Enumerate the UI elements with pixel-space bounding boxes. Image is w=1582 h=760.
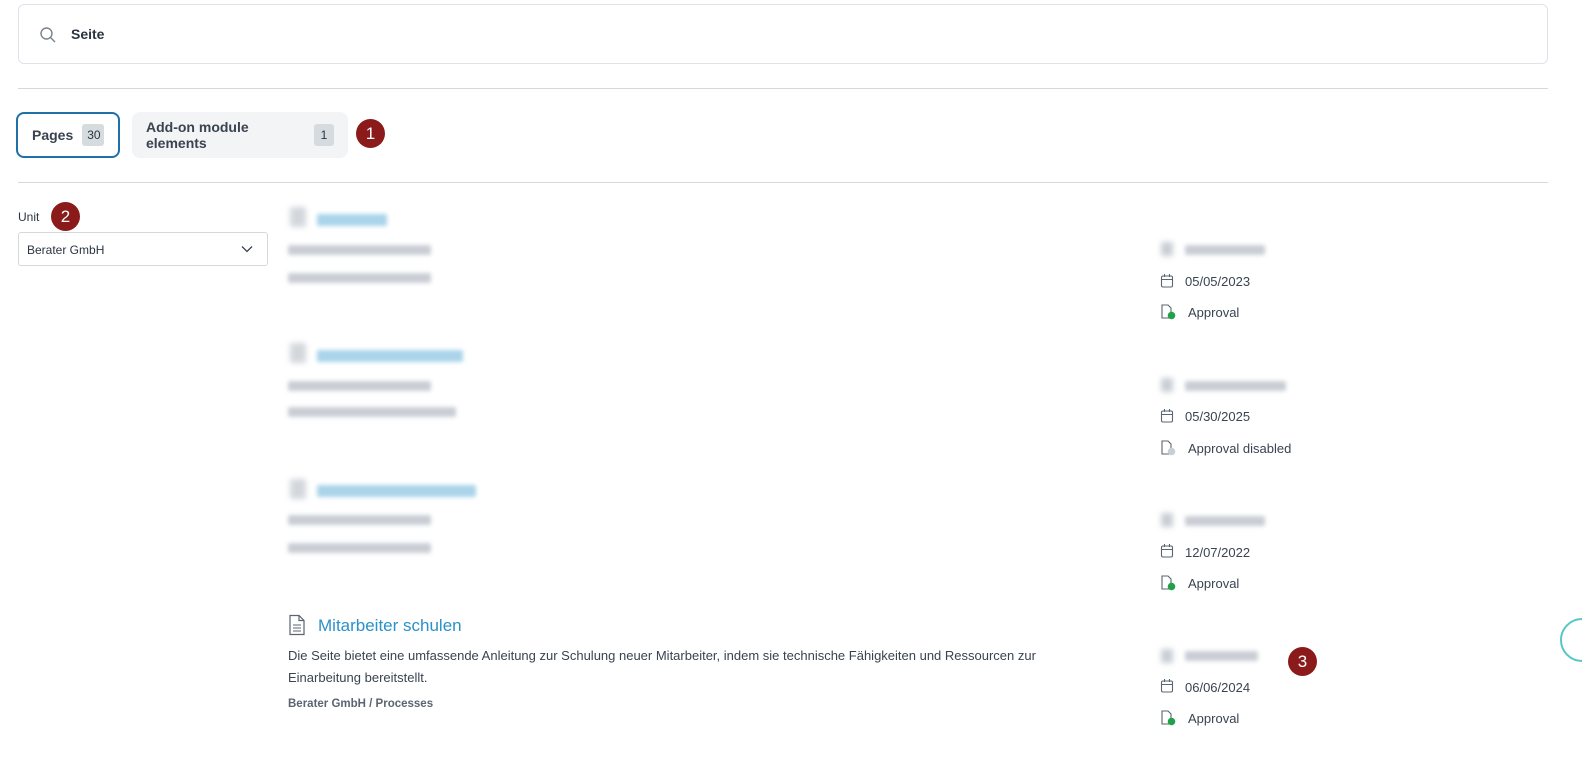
result-author-redacted: [1185, 516, 1265, 526]
result-title-link[interactable]: Mitarbeiter schulen: [318, 616, 462, 636]
result-author-redacted: [1185, 651, 1258, 661]
unit-select-value: Berater GmbH: [27, 243, 105, 257]
user-icon: [1161, 242, 1173, 256]
result-author-redacted: [1185, 381, 1286, 391]
search-input[interactable]: Seite: [71, 26, 104, 42]
result-approval-status: Approval: [1188, 711, 1240, 726]
result-title-redacted[interactable]: [317, 214, 387, 226]
search-bar[interactable]: Seite: [18, 4, 1548, 64]
result-description: Die Seite bietet eine umfassende Anleitu…: [288, 648, 1036, 685]
result-approval-status: Approval: [1188, 576, 1240, 591]
divider-tabs: [18, 182, 1548, 183]
unit-filter-label: Unit: [18, 210, 40, 224]
approval-status-icon: [1161, 575, 1176, 591]
result-desc-redacted: [288, 381, 431, 391]
user-icon: [1161, 378, 1173, 392]
tab-pages-count: 30: [82, 124, 104, 146]
floating-help-button[interactable]: [1560, 618, 1582, 662]
document-icon: [290, 343, 306, 363]
annotation-marker-3: 3: [1288, 647, 1317, 676]
result-desc-redacted: [288, 245, 431, 255]
approval-status-icon: [1161, 304, 1176, 320]
tab-addon-module-elements[interactable]: Add-on module elements 1: [132, 112, 348, 158]
result-desc-redacted: [288, 515, 431, 525]
tab-pages[interactable]: Pages 30: [16, 112, 120, 158]
result-path-redacted: [288, 273, 431, 283]
result-approval-status: Approval disabled: [1188, 441, 1292, 456]
tab-pages-label: Pages: [32, 127, 74, 143]
search-icon: [40, 27, 56, 43]
annotation-marker-2: 2: [51, 202, 80, 231]
calendar-icon: [1160, 274, 1174, 288]
document-icon: [290, 479, 306, 499]
result-path-redacted: [288, 407, 456, 417]
calendar-icon: [1160, 679, 1174, 693]
divider-top: [18, 88, 1548, 89]
document-icon: [289, 614, 305, 636]
calendar-icon: [1160, 544, 1174, 558]
result-date: 05/05/2023: [1185, 274, 1251, 289]
approval-status-icon: [1161, 710, 1176, 726]
annotation-marker-1: 1: [356, 119, 385, 148]
result-date: 12/07/2022: [1185, 545, 1251, 560]
result-title-redacted[interactable]: [317, 485, 476, 497]
tab-addon-label: Add-on module elements: [146, 119, 249, 151]
result-path-redacted: [288, 543, 431, 553]
result-date: 06/06/2024: [1185, 680, 1251, 695]
result-title-redacted[interactable]: [317, 350, 463, 362]
result-approval-status: Approval: [1188, 305, 1240, 320]
result-path: Berater GmbH / Processes: [288, 698, 434, 710]
user-icon: [1161, 513, 1173, 527]
approval-status-icon: [1161, 440, 1176, 456]
document-icon: [290, 207, 306, 227]
calendar-icon: [1160, 409, 1174, 423]
result-author-redacted: [1185, 245, 1265, 255]
tab-addon-count: 1: [314, 124, 334, 146]
user-icon: [1161, 649, 1173, 663]
result-date: 05/30/2025: [1185, 409, 1251, 424]
unit-select[interactable]: Berater GmbH: [18, 232, 268, 266]
chevron-down-icon: [241, 246, 253, 253]
